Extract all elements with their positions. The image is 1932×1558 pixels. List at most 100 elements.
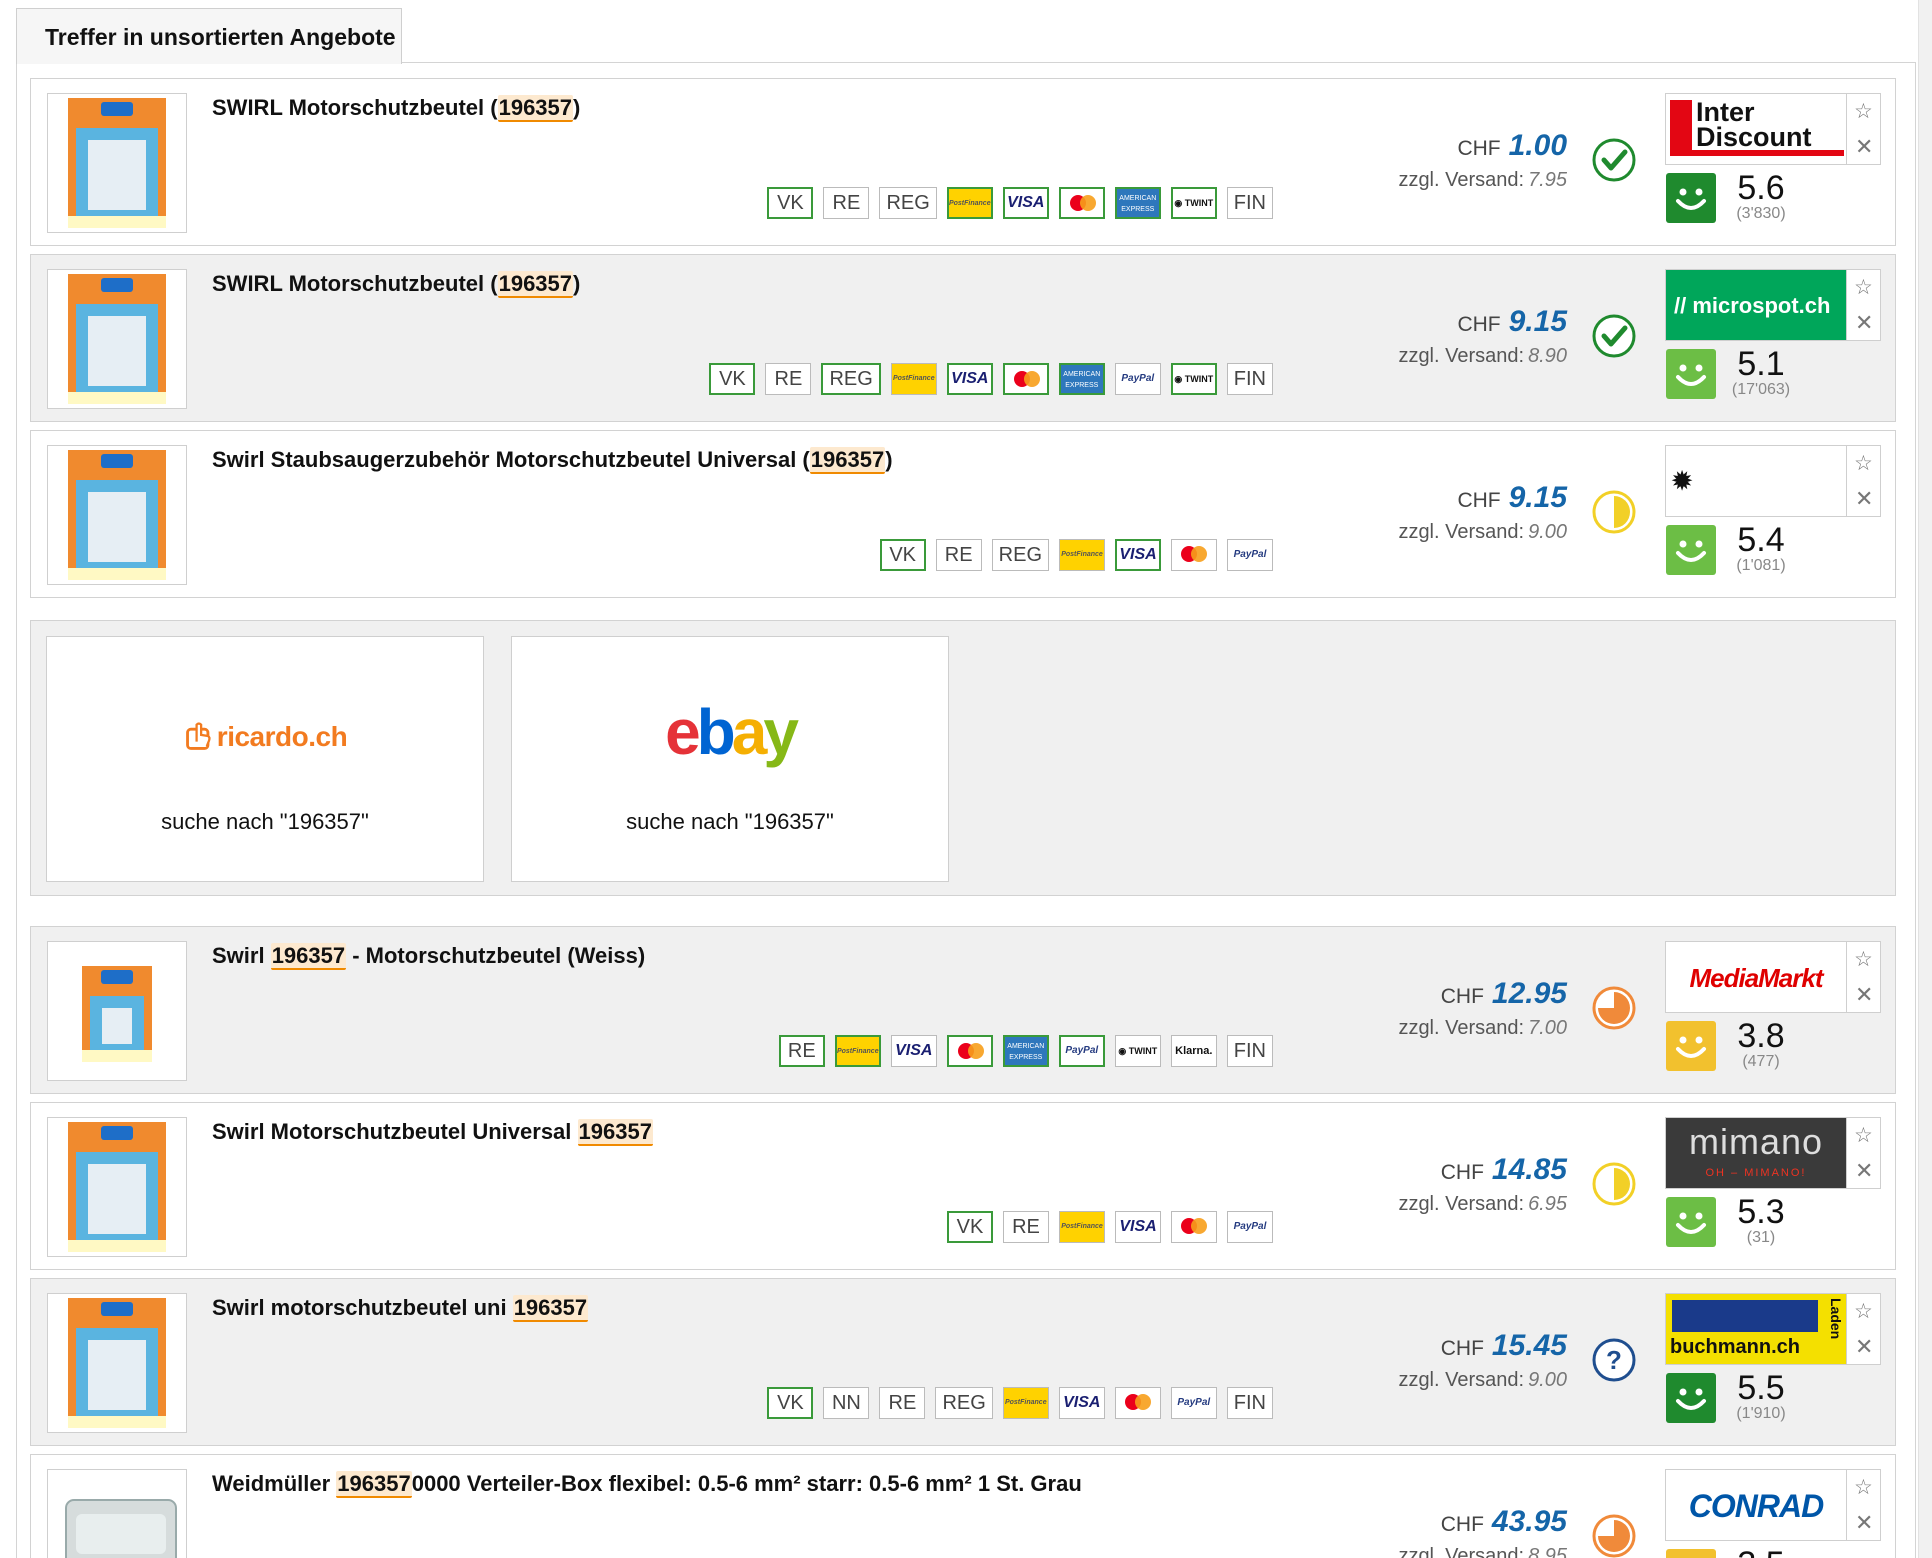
shop-logo[interactable]: Inter Discount xyxy=(1665,93,1847,165)
price-value[interactable]: 9.15 xyxy=(1509,481,1567,514)
shop-logo[interactable]: buchmann.ch Laden xyxy=(1665,1293,1847,1365)
offer-row[interactable]: Swirl motorschutzbeutel uni 196357 VK NN RE… xyxy=(30,1278,1896,1446)
star-icon[interactable]: ☆ xyxy=(1854,1300,1873,1324)
tab-unsorted-offers[interactable]: Treffer in unsortierten Angebote xyxy=(16,8,402,64)
mastercard-badge xyxy=(1171,539,1217,571)
payment-vk-badge: VK xyxy=(879,539,926,571)
shipping-value: 9.00 xyxy=(1528,1369,1567,1391)
shop-logo[interactable]: MediaMarkt xyxy=(1665,941,1847,1013)
close-icon[interactable]: ✕ xyxy=(1855,984,1873,1006)
close-icon[interactable]: ✕ xyxy=(1855,1336,1873,1358)
offer-price: CHF 1.00 xyxy=(1457,129,1567,163)
offer-title[interactable]: Swirl motorschutzbeutel uni 196357 xyxy=(212,1295,589,1322)
smiley-rating-icon xyxy=(1666,525,1716,575)
shipping-value: 9.00 xyxy=(1528,521,1567,543)
shop-actions: ☆ ✕ xyxy=(1847,269,1881,341)
shop-rating[interactable]: 3.5 xyxy=(1725,1545,1797,1558)
svg-text:?: ? xyxy=(1606,1345,1622,1375)
product-image[interactable] xyxy=(47,1469,187,1558)
postfinance-badge: PostFinance xyxy=(946,187,993,219)
star-icon[interactable]: ☆ xyxy=(1854,1124,1873,1148)
vertical-scrollbar[interactable] xyxy=(1918,0,1932,1558)
offer-row[interactable]: Swirl 196357 - Motorschutzbeutel (Weiss)… xyxy=(30,926,1896,1094)
smiley-rating-icon xyxy=(1666,173,1716,223)
shop-rating[interactable]: 5.6 xyxy=(1725,169,1797,207)
search-highlight: 196357 xyxy=(809,447,886,474)
payment-vk-badge: VK xyxy=(709,363,756,395)
visa-badge: VISA xyxy=(946,363,993,395)
offer-title[interactable]: Swirl Staubsaugerzubehör Motorschutzbeut… xyxy=(212,447,893,474)
payment-re-badge: RE xyxy=(823,187,870,219)
product-image[interactable] xyxy=(47,1117,187,1257)
price-value[interactable]: 12.95 xyxy=(1492,977,1567,1010)
offer-price: CHF 14.85 xyxy=(1441,1153,1567,1187)
offer-row[interactable]: Weidmüller 1963570000 Verteiler-Box flex… xyxy=(30,1454,1896,1558)
visa-badge: VISA xyxy=(1115,539,1161,571)
payment-methods: VK RE REG PostFinance VISA AMERICAN EXPRESS ◉ T… xyxy=(767,187,1273,219)
shop-rating[interactable]: 5.1 xyxy=(1725,345,1797,383)
shop-rating[interactable]: 5.5 xyxy=(1725,1369,1797,1407)
shop-logo[interactable]: CONRAD xyxy=(1665,1469,1847,1541)
shop-logo[interactable]: ✹ GALAXUS xyxy=(1665,445,1847,517)
shipping-label: zzgl. Versand: xyxy=(1398,1545,1525,1558)
payment-re-badge: RE xyxy=(778,1035,825,1067)
title-prefix: Swirl Staubsaugerzubehör Motorschutzbeut… xyxy=(212,447,810,472)
close-icon[interactable]: ✕ xyxy=(1855,488,1873,510)
star-icon[interactable]: ☆ xyxy=(1854,100,1873,124)
shipping-value: 7.95 xyxy=(1528,169,1567,191)
product-image[interactable] xyxy=(47,941,187,1081)
shop-logo[interactable]: mimano OH – MIMANO! xyxy=(1665,1117,1847,1189)
close-icon[interactable]: ✕ xyxy=(1855,136,1873,158)
ebay-search-card[interactable]: ebay suche nach "196357" xyxy=(511,636,949,882)
shop-rating[interactable]: 3.8 xyxy=(1725,1017,1797,1055)
shop-rating[interactable]: 5.3 xyxy=(1725,1193,1797,1231)
close-icon[interactable]: ✕ xyxy=(1855,312,1873,334)
visa-badge: VISA xyxy=(1058,1387,1105,1419)
price-value[interactable]: 15.45 xyxy=(1492,1329,1567,1362)
close-icon[interactable]: ✕ xyxy=(1855,1512,1873,1534)
close-icon[interactable]: ✕ xyxy=(1855,1160,1873,1182)
title-prefix: Swirl xyxy=(212,943,271,968)
offer-title[interactable]: SWIRL Motorschutzbeutel (196357) xyxy=(212,95,580,122)
offer-title[interactable]: Swirl 196357 - Motorschutzbeutel (Weiss) xyxy=(212,943,645,970)
star-icon[interactable]: ☆ xyxy=(1854,452,1873,476)
product-image[interactable] xyxy=(47,269,187,409)
title-suffix: ) xyxy=(885,447,893,472)
star-icon[interactable]: ☆ xyxy=(1854,276,1873,300)
price-value[interactable]: 1.00 xyxy=(1509,129,1567,162)
ricardo-logo: ricardo.ch xyxy=(47,719,483,753)
payment-fin-badge: FIN xyxy=(1226,1387,1273,1419)
product-image[interactable] xyxy=(47,1293,187,1433)
star-icon[interactable]: ☆ xyxy=(1854,1476,1873,1500)
payment-methods: VK RE REG PostFinance VISA PayPal xyxy=(879,539,1273,571)
star-icon[interactable]: ☆ xyxy=(1854,948,1873,972)
offer-price: CHF 9.15 xyxy=(1457,305,1567,339)
shop-rating[interactable]: 5.4 xyxy=(1725,521,1797,559)
product-image[interactable] xyxy=(47,445,187,585)
offer-row[interactable]: SWIRL Motorschutzbeutel (196357) VK RE REG P… xyxy=(30,254,1896,422)
paypal-badge: PayPal xyxy=(1170,1387,1217,1419)
payment-reg-badge: REG xyxy=(879,187,937,219)
shop-logo[interactable]: // microspot.ch xyxy=(1665,269,1847,341)
price-value[interactable]: 14.85 xyxy=(1492,1153,1567,1186)
offer-row[interactable]: Swirl Staubsaugerzubehör Motorschutzbeut… xyxy=(30,430,1896,598)
title-prefix: Swirl Motorschutzbeutel Universal xyxy=(212,1119,578,1144)
offer-title[interactable]: Swirl Motorschutzbeutel Universal 196357 xyxy=(212,1119,653,1146)
payment-vk-badge: VK xyxy=(767,187,814,219)
title-prefix: Swirl motorschutzbeutel uni xyxy=(212,1295,513,1320)
offer-price: CHF 43.95 xyxy=(1441,1505,1567,1539)
smiley-rating-icon xyxy=(1666,1373,1716,1423)
offer-row[interactable]: SWIRL Motorschutzbeutel (196357) VK RE REG P… xyxy=(30,78,1896,246)
product-image[interactable] xyxy=(47,93,187,233)
offer-title[interactable]: SWIRL Motorschutzbeutel (196357) xyxy=(212,271,580,298)
currency-label: CHF xyxy=(1457,137,1501,160)
price-value[interactable]: 9.15 xyxy=(1509,305,1567,338)
ricardo-search-card[interactable]: ricardo.ch suche nach "196357" xyxy=(46,636,484,882)
payment-methods: VK RE PostFinance VISA PayPal xyxy=(947,1211,1273,1243)
mastercard-badge xyxy=(946,1035,993,1067)
postfinance-badge: PostFinance xyxy=(890,363,937,395)
price-value[interactable]: 43.95 xyxy=(1492,1505,1567,1538)
offer-title[interactable]: Weidmüller 1963570000 Verteiler-Box flex… xyxy=(212,1471,1082,1498)
offer-row[interactable]: Swirl Motorschutzbeutel Universal 196357… xyxy=(30,1102,1896,1270)
amex-badge: AMERICAN EXPRESS xyxy=(1058,363,1105,395)
